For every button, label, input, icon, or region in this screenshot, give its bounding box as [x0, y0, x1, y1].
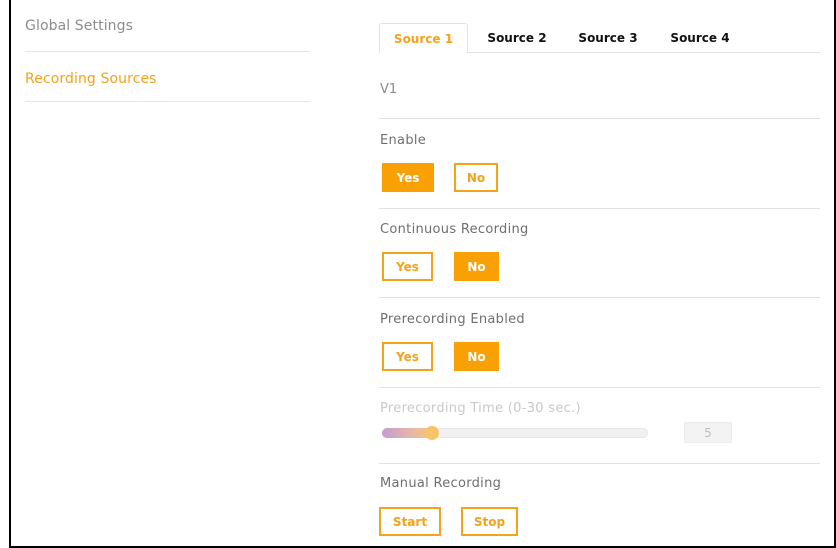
start-recording-button[interactable]: Start — [379, 507, 441, 536]
slider-handle[interactable] — [424, 426, 439, 440]
prerecording-yes-button[interactable]: Yes — [382, 342, 433, 371]
divider — [379, 387, 820, 388]
continuous-recording-label: Continuous Recording — [380, 222, 529, 237]
prerecording-time-value: 5 — [684, 422, 732, 443]
tab-source-3[interactable]: Source 3 — [568, 23, 648, 53]
sidebar-item-global-settings[interactable]: Global Settings — [25, 0, 310, 52]
app-window: Global Settings Recording Sources Source… — [0, 0, 836, 548]
prerecording-no-button[interactable]: No — [454, 342, 499, 371]
divider — [379, 208, 820, 209]
tab-source-4[interactable]: Source 4 — [660, 23, 740, 53]
enable-yes-button[interactable]: Yes — [382, 163, 434, 192]
divider — [379, 297, 820, 298]
tab-source-1[interactable]: Source 1 — [379, 23, 468, 54]
divider — [379, 118, 820, 119]
prerecording-enabled-label: Prerecording Enabled — [380, 312, 525, 327]
sidebar: Global Settings Recording Sources — [25, 0, 310, 102]
stop-recording-button[interactable]: Stop — [461, 507, 518, 536]
sidebar-item-label: Global Settings — [25, 18, 134, 34]
source-tabs: Source 1 Source 2 Source 3 Source 4 — [379, 23, 820, 54]
source-name: V1 — [380, 82, 398, 97]
enable-no-button[interactable]: No — [454, 163, 498, 192]
continuous-no-button[interactable]: No — [454, 252, 499, 281]
sidebar-item-label: Recording Sources — [25, 71, 157, 87]
prerecording-time-label: Prerecording Time (0-30 sec.) — [380, 401, 581, 416]
tab-source-2[interactable]: Source 2 — [477, 23, 557, 53]
continuous-yes-button[interactable]: Yes — [382, 252, 433, 281]
window-border-left — [9, 0, 11, 548]
enable-label: Enable — [380, 133, 427, 148]
manual-recording-label: Manual Recording — [380, 476, 502, 491]
sidebar-item-recording-sources[interactable]: Recording Sources — [25, 52, 310, 102]
divider — [379, 463, 820, 464]
